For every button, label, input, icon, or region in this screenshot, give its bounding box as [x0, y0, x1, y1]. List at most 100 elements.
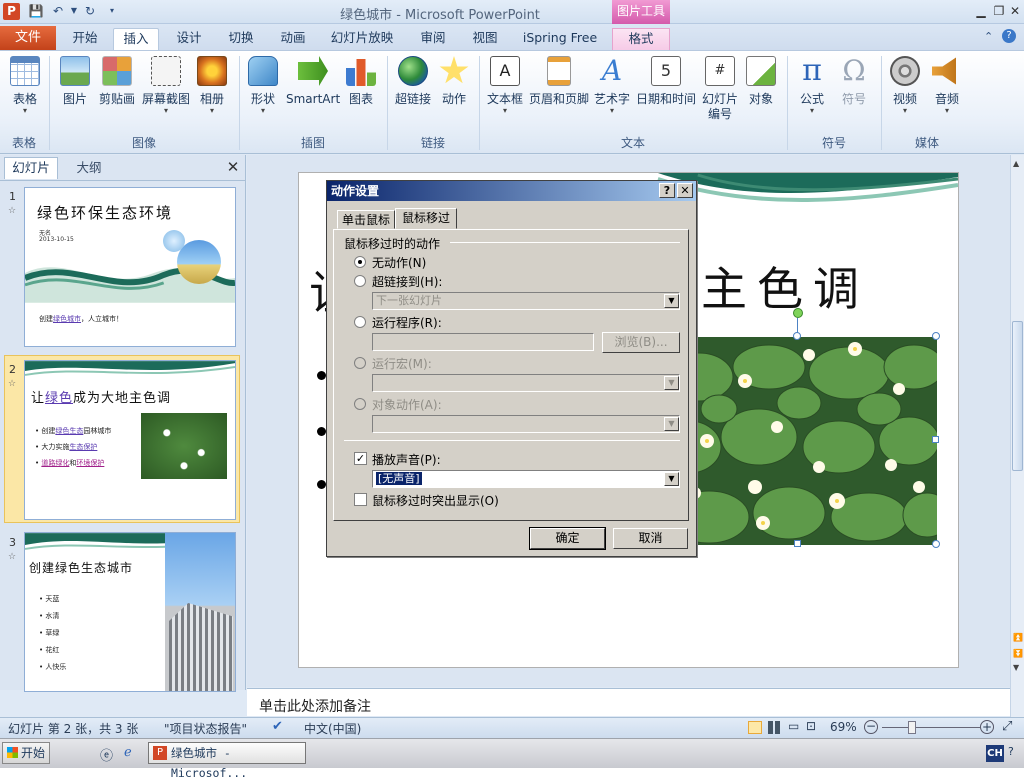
equation-button[interactable]: π 公式 ▾ — [794, 56, 830, 115]
help-icon[interactable]: ? — [1002, 29, 1016, 43]
tab-mouse-click[interactable]: 单击鼠标 — [337, 210, 395, 229]
quicklaunch-browser-icon[interactable]: ℯ — [124, 745, 132, 760]
quicklaunch-ie-icon[interactable]: ⓔ — [100, 745, 113, 764]
macro-dropdown-icon[interactable]: ▼ — [664, 376, 679, 390]
resize-handle-top[interactable] — [793, 332, 801, 340]
theme-name-status[interactable]: "项目状态报告" — [164, 720, 247, 737]
tab-mouse-over[interactable]: 鼠标移过 — [395, 208, 457, 229]
datetime-button[interactable]: 5 日期和时间 — [634, 56, 698, 107]
picture-button[interactable]: 图片 — [56, 56, 94, 107]
ok-button[interactable]: 确定 — [529, 527, 606, 550]
next-slide-icon[interactable]: ⏬ — [1013, 649, 1023, 658]
shapes-button[interactable]: 形状 ▾ — [244, 56, 282, 115]
highlight-checkbox[interactable] — [354, 493, 367, 506]
tab-slides[interactable]: 幻灯片 — [4, 157, 58, 179]
radio-hyperlink[interactable] — [354, 275, 366, 287]
tab-insert[interactable]: 插入 — [113, 28, 159, 50]
slide-sorter-icon[interactable] — [768, 721, 781, 734]
table-button[interactable]: 表格 ▾ — [4, 56, 46, 115]
tab-slideshow[interactable]: 幻灯片放映 — [326, 28, 398, 50]
zoom-out-icon[interactable]: − — [864, 720, 878, 734]
chart-button[interactable]: 图表 — [342, 56, 380, 107]
dialog-close-button[interactable]: ✕ — [677, 183, 693, 198]
vertical-scrollbar[interactable]: ▲ ▼ ⏫ ⏬ — [1010, 155, 1024, 717]
zoom-level[interactable]: 69% — [830, 720, 857, 734]
cancel-button[interactable]: 取消 — [613, 528, 688, 549]
minimize-icon[interactable]: ▁ — [972, 2, 990, 20]
header-footer-button[interactable]: 页眉和页脚 — [528, 56, 590, 107]
slideshow-view-icon[interactable]: ⊡ — [806, 719, 816, 733]
video-button[interactable]: 视频 ▾ — [886, 56, 924, 115]
spellcheck-icon[interactable]: ✔ — [272, 719, 283, 734]
radio-no-action[interactable] — [354, 256, 366, 268]
tray-help-icon[interactable]: ? — [1008, 745, 1014, 758]
scroll-down-icon[interactable]: ▼ — [1013, 663, 1019, 672]
screenshot-button[interactable]: 屏幕截图 ▾ — [138, 56, 194, 115]
slide-thumbnail-2[interactable]: 让绿色成为大地主色调 • 创建绿色生态园林城市 • 大力实施生态保护 • 道路绿… — [24, 360, 236, 520]
clipart-button[interactable]: 剪贴画 — [96, 56, 138, 107]
start-button[interactable]: 开始 — [2, 742, 50, 764]
tab-review[interactable]: 审阅 — [410, 28, 456, 50]
scroll-up-icon[interactable]: ▲ — [1013, 159, 1019, 168]
clipart-icon — [102, 56, 132, 86]
waterlily-picture[interactable] — [659, 337, 937, 545]
slide-thumbnail-1[interactable]: 绿色环保生态环境 无名 2013-10-15 创建绿色城市，人立城市！ — [24, 187, 236, 347]
object-action-select[interactable] — [372, 415, 680, 433]
sound-dropdown-icon[interactable]: ▼ — [664, 472, 679, 486]
resize-handle-right[interactable] — [932, 436, 939, 443]
radio-object-action[interactable] — [354, 398, 366, 410]
scroll-thumb[interactable] — [1012, 321, 1023, 471]
wordart-button[interactable]: A 艺术字 ▾ — [592, 56, 632, 115]
tab-view[interactable]: 视图 — [462, 28, 508, 50]
zoom-slider-track[interactable] — [882, 727, 980, 728]
tab-transitions[interactable]: 切换 — [218, 28, 264, 50]
radio-run-program[interactable] — [354, 316, 366, 328]
previous-slide-icon[interactable]: ⏫ — [1013, 633, 1023, 642]
tab-file[interactable]: 文件 — [0, 26, 56, 50]
object-button[interactable]: 对象 — [744, 56, 778, 107]
resize-handle-top-right[interactable] — [932, 332, 940, 340]
action-button[interactable]: 动作 — [436, 56, 472, 107]
album-button[interactable]: 相册 ▾ — [194, 56, 230, 115]
radio-run-macro[interactable] — [354, 357, 366, 369]
resize-handle-bottom-right[interactable] — [932, 540, 940, 548]
symbol-button[interactable]: Ω 符号 — [836, 56, 872, 107]
resize-handle-bottom[interactable] — [794, 540, 801, 547]
taskbar-app-button[interactable]: P 绿色城市 - Microsof... — [148, 742, 306, 780]
program-path-input[interactable] — [372, 333, 594, 351]
smartart-button[interactable]: SmartArt — [286, 56, 340, 107]
hyperlink-button[interactable]: 超链接 — [392, 56, 434, 107]
normal-view-icon[interactable] — [748, 721, 762, 734]
slide-number-button[interactable]: # 幻灯片 编号 — [698, 56, 742, 122]
slide-thumbnail-3[interactable]: 创建绿色生态城市 • 天蓝 • 水清 • 草绿 • 花红 • 人快乐 — [24, 532, 236, 692]
tab-format[interactable]: 格式 — [612, 28, 670, 50]
language-status[interactable]: 中文(中国) — [304, 720, 361, 737]
action-star-icon — [439, 56, 469, 84]
audio-button[interactable]: 音频 ▾ — [928, 56, 966, 115]
dialog-help-button[interactable]: ? — [659, 183, 675, 198]
zoom-slider-thumb[interactable] — [908, 721, 916, 734]
textbox-button[interactable]: A 文本框 ▾ — [484, 56, 526, 115]
minimize-ribbon-icon[interactable]: ⌃ — [984, 30, 993, 43]
tab-home[interactable]: 开始 — [62, 28, 108, 50]
zoom-in-icon[interactable]: + — [980, 720, 994, 734]
hyperlink-dropdown-icon[interactable]: ▼ — [664, 294, 679, 308]
reading-view-icon[interactable]: ▭ — [788, 719, 799, 733]
notes-pane[interactable]: 单击此处添加备注 — [247, 688, 1012, 716]
hyperlink-select[interactable]: 下一张幻灯片 — [372, 292, 680, 310]
fit-to-window-icon[interactable]: ⤢ — [1002, 719, 1012, 734]
tab-ispring[interactable]: iSpring Free — [518, 28, 602, 50]
browse-button[interactable]: 浏览(B)... — [602, 332, 680, 353]
tab-outline[interactable]: 大纲 — [62, 159, 116, 179]
ime-indicator[interactable]: CH — [986, 745, 1004, 762]
play-sound-checkbox[interactable]: ✓ — [354, 452, 367, 465]
close-panel-icon[interactable]: ✕ — [224, 158, 242, 176]
macro-select[interactable] — [372, 374, 680, 392]
rotation-handle[interactable] — [793, 308, 803, 318]
tab-design[interactable]: 设计 — [166, 28, 212, 50]
close-window-icon[interactable]: ✕ — [1006, 2, 1024, 20]
sound-select[interactable]: [无声音] — [372, 470, 680, 488]
object-action-dropdown-icon[interactable]: ▼ — [664, 417, 679, 431]
dialog-title-bar[interactable]: 动作设置 — [327, 181, 696, 201]
tab-animations[interactable]: 动画 — [270, 28, 316, 50]
